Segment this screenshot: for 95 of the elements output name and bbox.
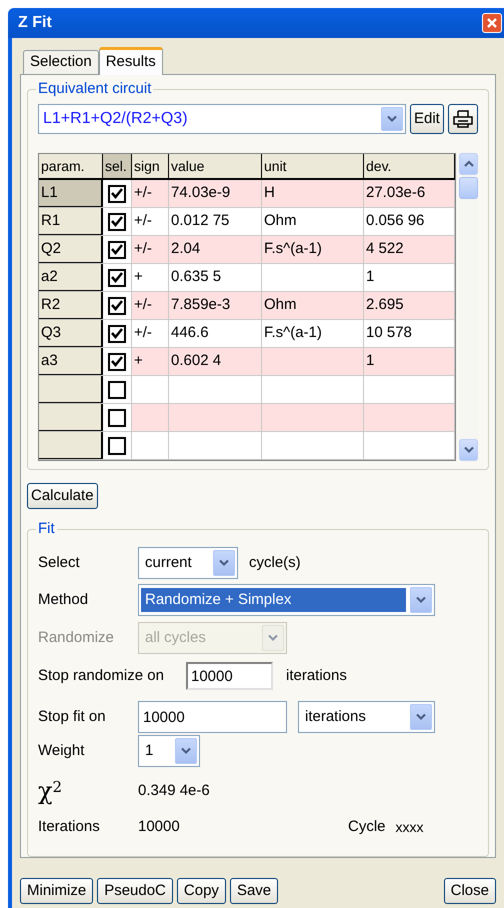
cycle-value: xxxx [396, 818, 424, 836]
input-field[interactable]: 10000 [138, 701, 287, 733]
field-suffix: iterations [286, 666, 347, 686]
table-cell: 2.695 [364, 292, 455, 319]
row-header[interactable]: Q2 [39, 236, 103, 263]
table-cell: 0.602 4 [169, 348, 262, 375]
row-header[interactable]: a3 [39, 348, 103, 375]
row-header[interactable]: Q3 [39, 320, 103, 347]
row-header[interactable] [39, 376, 103, 403]
row-header[interactable]: R1 [39, 208, 103, 235]
field-label: Weight [38, 740, 86, 761]
table-cell: 1 [364, 348, 455, 375]
table-cell: Ohm [262, 292, 364, 319]
checkbox[interactable] [108, 436, 126, 454]
field-label: Randomize [38, 628, 115, 648]
column-header: unit [262, 154, 364, 178]
column-header: dev. [364, 154, 455, 178]
row-header[interactable]: R2 [39, 292, 103, 319]
table-cell: 7.859e-3 [169, 292, 262, 319]
table-cell: 0.012 75 [169, 208, 262, 235]
column-header: value [169, 154, 262, 178]
field-label: Stop randomize on [38, 666, 165, 686]
print-button[interactable] [448, 104, 478, 134]
column-header: sign [132, 154, 169, 178]
scroll-thumb[interactable] [459, 177, 478, 199]
dropdown[interactable]: iterations [298, 701, 435, 733]
checkbox[interactable] [108, 408, 126, 426]
table-cell: +/- [132, 292, 169, 319]
checkbox[interactable] [108, 324, 126, 342]
row-header[interactable] [39, 404, 103, 431]
field-suffix: cycle(s) [249, 552, 301, 573]
dropdown-value: 1 [144, 740, 154, 761]
action-button[interactable]: PseudoC [97, 878, 173, 904]
tab[interactable]: Selection [23, 50, 99, 74]
scroll-down-icon[interactable] [459, 439, 478, 461]
table-cell: 2.04 [169, 236, 262, 263]
table-cell: 4 522 [364, 236, 455, 263]
circuit-dropdown[interactable]: L1+R1+Q2/(R2+Q3) [38, 104, 406, 134]
calculate-button[interactable]: Calculate [27, 483, 98, 509]
action-button[interactable]: Save [230, 878, 278, 904]
field-label: Method [38, 590, 90, 610]
column-header: sel. [103, 154, 132, 178]
table-cell: Ohm [262, 208, 364, 235]
table-cell: + [132, 348, 169, 375]
checkbox[interactable] [108, 184, 126, 202]
table-cell: +/- [132, 320, 169, 347]
dropdown-value: L1+R1+Q2/(R2+Q3) [42, 109, 189, 129]
row-header[interactable]: a2 [39, 264, 103, 291]
field-label: Stop fit on [38, 706, 107, 727]
dropdown-value: iterations [304, 706, 367, 727]
checkbox[interactable] [108, 212, 126, 230]
table-cell: 1 [364, 264, 455, 291]
iterations-value: 10000 [138, 816, 181, 837]
cycle-label: Cycle [348, 816, 386, 837]
checkbox[interactable] [108, 352, 126, 370]
input-field[interactable]: 10000 [186, 662, 273, 690]
field-label: Iterations [38, 816, 101, 837]
table-cell: 446.6 [169, 320, 262, 347]
table-cell: + [132, 264, 169, 291]
row-header[interactable]: L1 [39, 180, 103, 207]
edit-button[interactable]: Edit [410, 104, 444, 134]
checkbox[interactable] [108, 240, 126, 258]
field-label: Select [38, 552, 81, 573]
table-cell: +/- [132, 180, 169, 207]
dropdown[interactable]: 1 [138, 735, 200, 767]
dropdown[interactable]: current [138, 547, 238, 579]
table-cell: 0.635 5 [169, 264, 262, 291]
table-cell: +/- [132, 208, 169, 235]
table-cell: F.s^(a-1) [262, 236, 364, 263]
chi-squared-label: χ$^{2}$ [38, 778, 64, 804]
table-cell: F.s^(a-1) [262, 320, 364, 347]
dropdown-value: Randomize + Simplex [141, 588, 406, 612]
action-button[interactable]: Minimize [20, 878, 94, 904]
window-title: Z Fit [18, 13, 53, 33]
printer-icon [452, 110, 473, 128]
chi-squared-value: 0.349 4e-6 [138, 780, 210, 800]
group-label: Equivalent circuit [36, 79, 154, 99]
table-cell: 74.03e-9 [169, 180, 262, 207]
checkbox[interactable] [108, 296, 126, 314]
dropdown-value: current [144, 552, 193, 573]
dropdown-value: all cycles [144, 628, 207, 648]
dropdown[interactable]: Randomize + Simplex [138, 584, 435, 616]
row-header[interactable] [39, 432, 103, 459]
checkbox[interactable] [108, 268, 126, 286]
table-cell: H [262, 180, 364, 207]
scroll-up-icon[interactable] [459, 153, 478, 175]
table-cell: +/- [132, 236, 169, 263]
action-button[interactable]: Copy [176, 878, 226, 904]
close-icon[interactable] [482, 13, 502, 33]
action-button[interactable]: Close [444, 878, 496, 904]
checkbox[interactable] [108, 380, 126, 398]
tab[interactable]: Results [98, 47, 163, 75]
table-cell: 0.056 96 [364, 208, 455, 235]
table-cell: 27.03e-6 [364, 180, 455, 207]
table-cell: 10 578 [364, 320, 455, 347]
